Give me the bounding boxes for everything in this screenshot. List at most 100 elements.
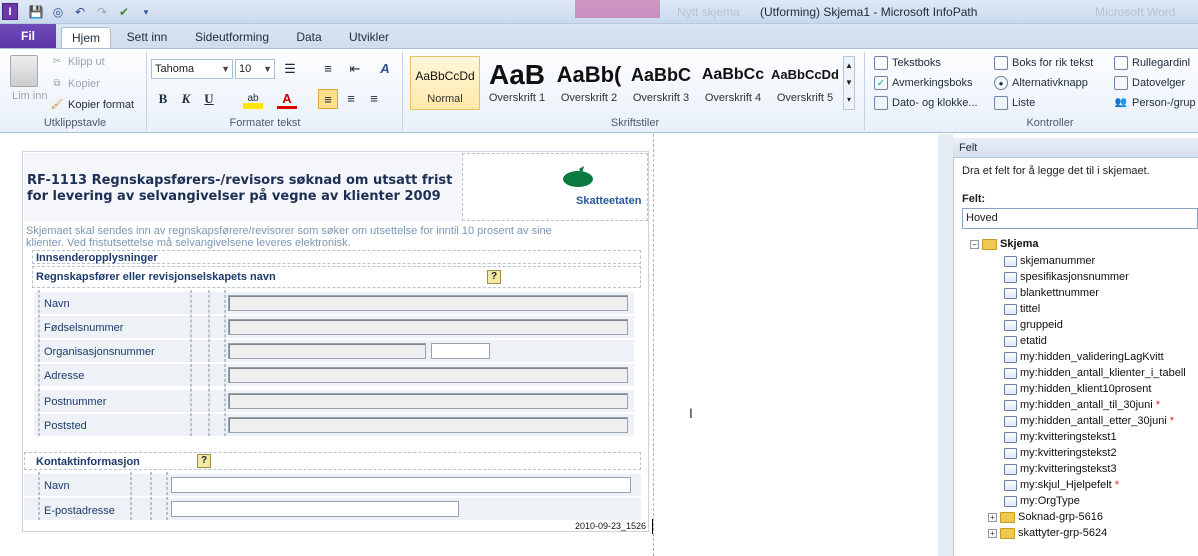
- adresse-field[interactable]: [228, 367, 628, 383]
- tree-root[interactable]: − Skjema: [970, 238, 1039, 250]
- undo-icon[interactable]: ↶: [72, 4, 88, 20]
- control-rich-textbox[interactable]: Boks for rik tekst: [994, 56, 1093, 70]
- font-family-select[interactable]: Tahoma ▼: [151, 59, 233, 79]
- control-textbox[interactable]: Tekstboks: [874, 56, 941, 70]
- bold-icon[interactable]: B: [153, 89, 173, 109]
- tree-item[interactable]: etatid: [1004, 335, 1050, 347]
- column-line: [38, 290, 40, 436]
- control-datetime[interactable]: Dato- og klokke...: [874, 96, 978, 110]
- paste-icon[interactable]: [10, 55, 38, 87]
- tree-item[interactable]: my:kvitteringstekst2: [1004, 447, 1120, 459]
- field-icon: [1004, 319, 1017, 331]
- fields-pane: [953, 138, 1198, 556]
- highlight-icon[interactable]: ab: [243, 89, 263, 109]
- postnummer-field[interactable]: [228, 393, 628, 409]
- organisasjonsnummer-extra-field[interactable]: [431, 343, 490, 359]
- epost-field[interactable]: [171, 501, 459, 517]
- control-date-picker[interactable]: Datovelger: [1114, 76, 1185, 90]
- label-fodselsnummer: Fødselsnummer: [44, 322, 124, 334]
- outdent-icon[interactable]: ⇤: [345, 59, 365, 79]
- control-list[interactable]: Liste: [994, 96, 1035, 110]
- copy-button[interactable]: ⧉ Kopier: [50, 77, 99, 91]
- help-button[interactable]: ?: [487, 270, 501, 284]
- italic-icon[interactable]: K: [176, 89, 196, 109]
- organisasjonsnummer-field[interactable]: [228, 343, 426, 359]
- styles-scroll[interactable]: ▲ ▼ ▾: [843, 56, 855, 110]
- tree-group[interactable]: + skattyter-grp-5624: [988, 527, 1107, 539]
- column-line: [190, 290, 192, 436]
- tree-item[interactable]: my:hidden_antall_til_30juni *: [1004, 399, 1160, 411]
- form-title-line-1: RF-1113 Regnskapsførers-/revisors søknad…: [27, 173, 453, 188]
- align-right-icon[interactable]: ≡: [364, 89, 384, 109]
- column-line: [166, 472, 168, 520]
- font-color-icon[interactable]: A: [277, 89, 297, 109]
- rich-textbox-icon: [994, 56, 1008, 70]
- style-heading-4[interactable]: AaBbCc Overskrift 4: [697, 56, 769, 110]
- tree-item[interactable]: my:hidden_valideringLagKvitt: [1004, 351, 1167, 363]
- save-icon[interactable]: 💾: [28, 4, 44, 20]
- font-size-select[interactable]: 10 ▼: [235, 59, 275, 79]
- collapse-icon[interactable]: −: [970, 239, 979, 249]
- column-line: [130, 472, 132, 520]
- help-button[interactable]: ?: [197, 454, 211, 468]
- paste-button[interactable]: Lim inn: [12, 90, 47, 102]
- underline-icon[interactable]: U: [199, 89, 219, 109]
- style-heading-3[interactable]: AaBbC Overskrift 3: [625, 56, 697, 110]
- numbering-icon[interactable]: ≡: [318, 59, 338, 79]
- kontakt-navn-field[interactable]: [171, 477, 631, 493]
- align-center-icon[interactable]: ≡: [341, 89, 361, 109]
- fodselsnummer-field[interactable]: [228, 319, 628, 335]
- tree-item[interactable]: my:kvitteringstekst3: [1004, 463, 1120, 475]
- tree-item[interactable]: my:kvitteringstekst1: [1004, 431, 1120, 443]
- style-heading-2[interactable]: AaBb(Overskrift 2: [553, 56, 625, 110]
- expand-icon[interactable]: +: [988, 512, 997, 522]
- field-icon: [1004, 303, 1017, 315]
- tree-item[interactable]: skjemanummer: [1004, 255, 1098, 267]
- page-boundary: [653, 134, 654, 556]
- control-dropdown[interactable]: Rullegardinl: [1114, 56, 1190, 70]
- tree-item[interactable]: tittel: [1004, 303, 1043, 315]
- tab-developer[interactable]: Utvikler: [340, 27, 398, 48]
- pink-highlight: [575, 0, 660, 18]
- column-line: [150, 472, 152, 520]
- felt-select[interactable]: Hoved: [962, 208, 1198, 229]
- tree-item[interactable]: gruppeid: [1004, 319, 1066, 331]
- expand-icon[interactable]: +: [988, 528, 997, 538]
- tree-item[interactable]: my:hidden_klient10prosent: [1004, 383, 1154, 395]
- preview-icon[interactable]: ◎: [50, 4, 66, 20]
- field-icon: [1004, 367, 1017, 379]
- tree-item[interactable]: my:skjul_Hjelpefelt *: [1004, 479, 1119, 491]
- control-person-group[interactable]: 👥 Person-/grup: [1114, 96, 1196, 110]
- tab-file[interactable]: Fil: [0, 24, 56, 48]
- clear-format-icon[interactable]: A: [375, 59, 395, 79]
- navn-field[interactable]: [228, 295, 628, 311]
- intro-line-1: Skjemaet skal sendes inn av regnskapsfør…: [26, 225, 552, 237]
- tree-item[interactable]: spesifikasjonsnummer: [1004, 271, 1132, 283]
- control-checkbox[interactable]: ✓ Avmerkingsboks: [874, 76, 973, 90]
- tab-insert[interactable]: Sett inn: [118, 27, 176, 48]
- tab-home[interactable]: Hjem: [61, 27, 111, 48]
- style-heading-1[interactable]: AaB Overskrift 1: [481, 56, 553, 110]
- tab-page-design[interactable]: Sideutforming: [186, 27, 278, 48]
- tab-data[interactable]: Data: [288, 27, 330, 48]
- clipboard-group-label: Utklippstavle: [43, 117, 107, 129]
- tree-item[interactable]: my:hidden_antall_etter_30juni *: [1004, 415, 1174, 427]
- poststed-field[interactable]: [228, 417, 628, 433]
- control-radio[interactable]: ● Alternativknapp: [994, 76, 1088, 90]
- customize-toolbar-icon[interactable]: ▾: [138, 4, 154, 20]
- redo-icon[interactable]: ↷: [94, 4, 110, 20]
- spellcheck-icon[interactable]: ✔: [116, 4, 132, 20]
- style-heading-5[interactable]: AaBbCcDd Overskrift 5: [769, 56, 841, 110]
- clock-icon: [874, 96, 888, 110]
- infopath-app-icon[interactable]: I: [2, 3, 18, 20]
- tree-item[interactable]: my:hidden_antall_klienter_i_tabell: [1004, 367, 1189, 379]
- tree-group[interactable]: + Soknad-grp-5616: [988, 511, 1103, 523]
- pane-splitter[interactable]: [938, 134, 953, 556]
- tree-item[interactable]: my:OrgType: [1004, 495, 1083, 507]
- cut-button[interactable]: ✂ Klipp ut: [50, 55, 105, 69]
- align-left-icon[interactable]: ≡: [318, 89, 338, 109]
- format-painter-button[interactable]: 🖌 Kopier format: [50, 98, 134, 112]
- tree-item[interactable]: blankettnummer: [1004, 287, 1102, 299]
- bullets-icon[interactable]: ☰: [280, 59, 300, 79]
- style-normal[interactable]: AaBbCcDd Normal: [410, 56, 480, 110]
